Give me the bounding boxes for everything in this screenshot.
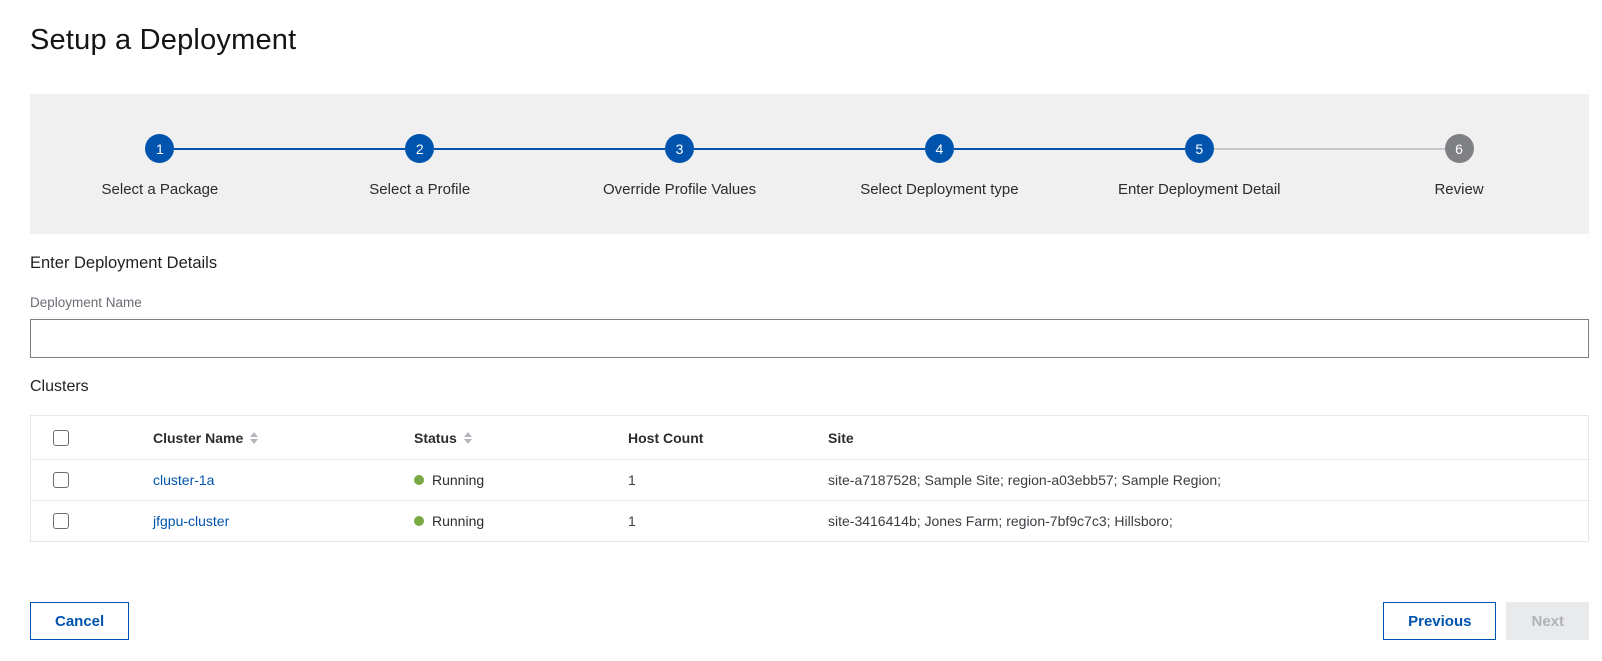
host-count-cell: 1 — [628, 472, 828, 488]
cluster-name-cell: cluster-1a — [153, 472, 414, 488]
page-title: Setup a Deployment — [30, 0, 1589, 57]
column-header-label: Status — [414, 430, 457, 446]
row-select-cell — [31, 513, 153, 529]
stepper-step-6: 6 Review — [1329, 134, 1589, 234]
status-cell: Running — [414, 513, 628, 529]
column-header-label: Cluster Name — [153, 430, 243, 446]
stepper-connector-right — [954, 148, 1069, 150]
step-number-badge[interactable]: 5 — [1185, 134, 1214, 163]
clusters-table: Cluster Name Status Host Count Site clus… — [30, 415, 1589, 542]
step-label: Override Profile Values — [603, 181, 756, 198]
previous-button[interactable]: Previous — [1383, 602, 1496, 640]
status-text: Running — [432, 513, 484, 529]
stepper-connector-right — [434, 148, 549, 150]
deployment-name-input[interactable] — [30, 319, 1589, 358]
table-row: jfgpu-cluster Running 1site-3416414b; Jone… — [31, 500, 1588, 541]
step-number-badge[interactable]: 1 — [145, 134, 174, 163]
stepper-connector-right — [1214, 148, 1329, 150]
column-header-label: Site — [828, 430, 854, 446]
stepper-step-3: 3 Override Profile Values — [550, 134, 810, 234]
step-number-badge[interactable]: 6 — [1445, 134, 1474, 163]
status-dot-icon — [414, 475, 424, 485]
stepper-track: 1 — [30, 134, 290, 163]
column-header-site: Site — [828, 430, 1588, 446]
stepper-connector-left — [550, 148, 665, 150]
clusters-table-body: cluster-1aRunning1site-a7187528; Sample … — [31, 459, 1588, 541]
deployment-name-label: Deployment Name — [30, 295, 1589, 310]
sort-icon[interactable] — [464, 432, 472, 444]
status-cell: Running — [414, 472, 628, 488]
stepper-track: 5 — [1069, 134, 1329, 163]
section-title-deployment-details: Enter Deployment Details — [30, 254, 1589, 273]
status-dot-icon — [414, 516, 424, 526]
column-header-host-count: Host Count — [628, 430, 828, 446]
stepper-connector-left — [30, 148, 145, 150]
cluster-link[interactable]: cluster-1a — [153, 472, 214, 488]
step-label: Select a Package — [102, 181, 219, 198]
stepper-track: 6 — [1329, 134, 1589, 163]
site-cell: site-a7187528; Sample Site; region-a03eb… — [828, 472, 1588, 488]
cluster-link[interactable]: jfgpu-cluster — [153, 513, 229, 529]
clusters-section-title: Clusters — [30, 378, 1589, 396]
stepper-track: 3 — [550, 134, 810, 163]
page-container: Setup a Deployment 1 Select a Package 2 Sel… — [0, 0, 1602, 640]
row-checkbox[interactable] — [53, 472, 69, 488]
next-button[interactable]: Next — [1506, 602, 1589, 640]
wizard-stepper: 1 Select a Package 2 Select a Profile 3 Overr… — [30, 94, 1589, 234]
cluster-name-cell: jfgpu-cluster — [153, 513, 414, 529]
stepper-step-2: 2 Select a Profile — [290, 134, 550, 234]
stepper-step-4: 4 Select Deployment type — [809, 134, 1069, 234]
step-label: Review — [1434, 181, 1483, 198]
select-all-cell — [31, 430, 153, 446]
stepper-connector-right — [1474, 148, 1589, 150]
step-label: Select Deployment type — [860, 181, 1018, 198]
footer-right-group: Previous Next — [1383, 602, 1589, 640]
stepper-step-5: 5 Enter Deployment Detail — [1069, 134, 1329, 234]
step-number-badge[interactable]: 4 — [925, 134, 954, 163]
column-header-status[interactable]: Status — [414, 430, 628, 446]
step-label: Enter Deployment Detail — [1118, 181, 1281, 198]
stepper-track: 2 — [290, 134, 550, 163]
table-row: cluster-1a Running 1site-a7187528; Sample … — [31, 459, 1588, 500]
status-text: Running — [432, 472, 484, 488]
stepper-connector-left — [1069, 148, 1184, 150]
footer-actions: Cancel Previous Next — [30, 602, 1589, 640]
stepper-connector-left — [809, 148, 924, 150]
step-number-badge[interactable]: 3 — [665, 134, 694, 163]
stepper-track: 4 — [809, 134, 1069, 163]
step-number-badge[interactable]: 2 — [405, 134, 434, 163]
stepper-connector-left — [290, 148, 405, 150]
stepper-connector-right — [174, 148, 289, 150]
sort-icon[interactable] — [250, 432, 258, 444]
row-checkbox[interactable] — [53, 513, 69, 529]
column-header-cluster-name[interactable]: Cluster Name — [153, 430, 414, 446]
site-cell: site-3416414b; Jones Farm; region-7bf9c7… — [828, 513, 1588, 529]
row-select-cell — [31, 472, 153, 488]
stepper-connector-left — [1329, 148, 1444, 150]
select-all-checkbox[interactable] — [53, 430, 69, 446]
step-label: Select a Profile — [369, 181, 470, 198]
clusters-table-header-row: Cluster Name Status Host Count Site — [31, 416, 1588, 459]
stepper-step-1: 1 Select a Package — [30, 134, 290, 234]
cancel-button[interactable]: Cancel — [30, 602, 129, 640]
stepper-connector-right — [694, 148, 809, 150]
column-header-label: Host Count — [628, 430, 703, 446]
host-count-cell: 1 — [628, 513, 828, 529]
